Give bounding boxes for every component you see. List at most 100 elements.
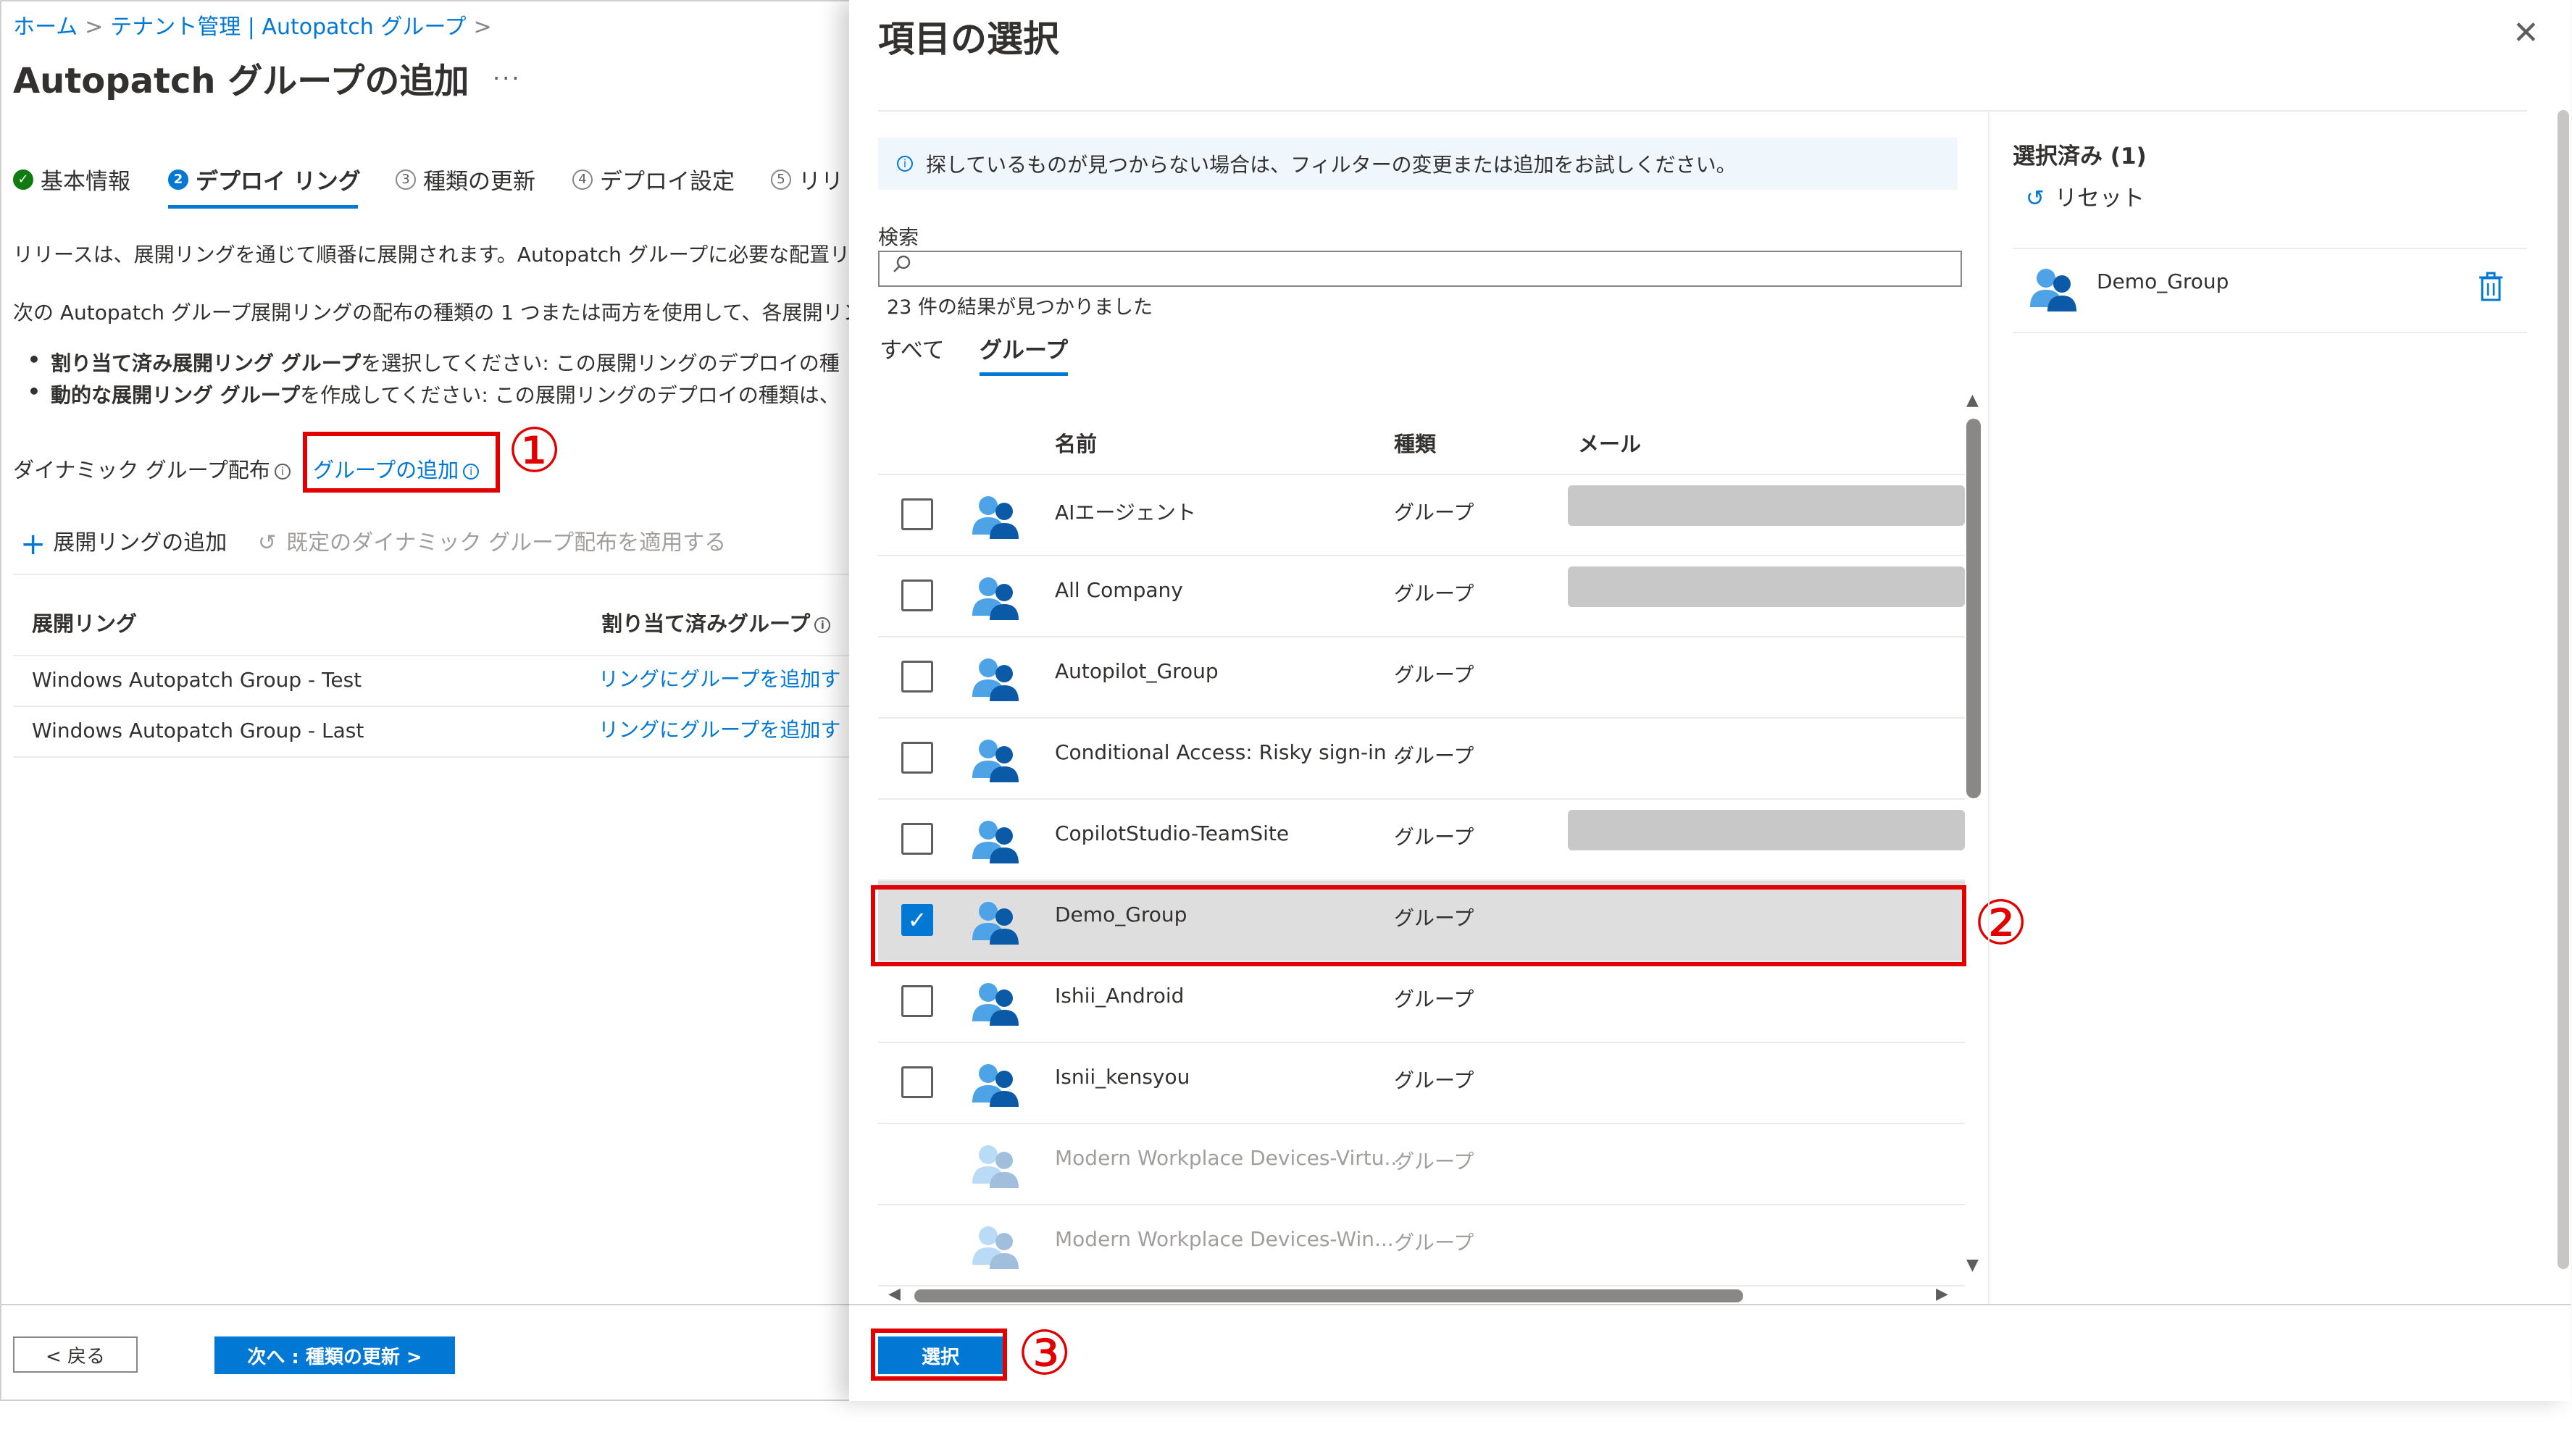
info-icon[interactable]: i [814,617,831,633]
apply-default-button[interactable]: ↺ 既定のダイナミック グループ配布を適用する [258,524,726,556]
info-text: 探しているものが見つからない場合は、フィルターの変更または追加をお試しください。 [926,153,1737,177]
group-row[interactable]: Modern Workplace Devices-Win... グループ [878,1205,1965,1286]
step-label: リリ [798,169,843,195]
step-number: 4 [572,169,593,190]
step-label: デプロイ リング [196,169,361,195]
plus-icon: + [20,526,46,561]
callout-1: ① [507,415,562,486]
group-name: Isnii_kensyou [1055,1065,1190,1089]
info-icon: i [897,156,913,172]
add-ring-label: 展開リングの追加 [53,530,227,556]
vertical-scroll-thumb[interactable] [1966,419,1981,798]
tab-groups[interactable]: グループ [980,332,1068,364]
add-group-to-ring-link[interactable]: リングにグループを追加す [598,664,840,693]
scroll-up-icon[interactable]: ▲ [1966,391,1979,409]
group-row[interactable]: Modern Workplace Devices-Virtu... グループ [878,1124,1965,1205]
row-checkbox[interactable] [901,985,933,1017]
redacted-email [1568,810,1965,850]
breadcrumb-home[interactable]: ホーム [13,14,78,40]
group-icon [968,976,1023,1032]
divider [13,706,849,707]
group-type: グループ [1394,744,1474,768]
group-icon [968,1139,1023,1194]
add-ring-button[interactable]: + 展開リングの追加 [20,524,227,561]
add-group-to-ring-link[interactable]: リングにグループを追加す [598,714,840,743]
page-title: Autopatch グループの追加 [13,61,469,101]
group-name: Modern Workplace Devices-Win... [1055,1227,1394,1251]
row-checkbox[interactable] [901,580,933,611]
bullet-text: を作成してください: この展開リングのデプロイの種類は、 [300,383,840,407]
divider [878,110,2527,112]
group-icon [968,733,1023,788]
result-count: 23 件の結果が見つかりました [887,296,1153,319]
step-number: 5 [771,169,791,190]
group-type: グループ [1394,663,1474,687]
info-icon[interactable]: i [274,464,291,480]
step-label: 基本情報 [41,169,130,195]
group-row[interactable]: All Company グループ [878,556,1965,637]
highlight-box-3 [871,1329,1007,1381]
search-input[interactable] [878,251,1962,287]
panel-title: 項目の選択 [878,18,1059,60]
tab-all[interactable]: すべて [880,332,945,364]
search-label: 検索 [878,225,919,249]
step-number: 3 [396,169,416,190]
scroll-left-icon[interactable]: ◀ [888,1285,901,1303]
group-name: AIエージェント [1055,501,1196,524]
group-row[interactable]: Isnii_kensyou グループ [878,1043,1965,1124]
step-deploy-rings[interactable]: 2 デプロイ リング [168,163,361,196]
group-name: All Company [1055,578,1183,602]
horizontal-scroll-thumb[interactable] [914,1289,1743,1302]
group-row[interactable]: Autopilot_Group グループ [878,637,1965,719]
reset-label: リセット [2054,185,2145,212]
breadcrumb-tenant[interactable]: テナント管理 | Autopatch グループ [110,14,466,40]
row-checkbox[interactable] [901,823,933,855]
highlight-box-1 [303,432,500,493]
vertical-divider [1988,110,1989,1304]
next-button[interactable]: 次へ : 種類の更新 > [214,1336,455,1374]
group-icon [968,814,1023,869]
row-checkbox[interactable] [901,742,933,774]
group-name: Autopilot_Group [1055,659,1219,683]
back-button[interactable]: < 戻る [13,1336,138,1373]
col-name[interactable]: 名前 [1055,427,1097,458]
group-type: グループ [1394,1231,1474,1255]
undo-icon: ↺ [258,530,277,556]
divider [13,756,849,758]
group-row[interactable]: Conditional Access: Risky sign-in ... グルー… [878,719,1965,800]
chevron-right-icon: > [85,14,104,40]
bullet-assigned: 割り当て済み展開リング グループを選択してください: この展開リングのデプロイの… [28,348,840,377]
col-email[interactable]: メール [1578,427,1641,458]
divider [13,574,849,575]
step-basics[interactable]: ✓ 基本情報 [13,163,130,196]
more-options-button[interactable]: ... [493,58,522,85]
divider [2013,248,2527,249]
group-row[interactable]: AIエージェント グループ [878,475,1965,556]
undo-icon: ↺ [2026,185,2045,212]
panel-scrollbar[interactable] [2558,110,2569,1269]
search-icon [891,254,913,281]
scroll-right-icon[interactable]: ▶ [1936,1285,1948,1303]
delete-icon[interactable] [2476,271,2505,303]
group-name: Ishii_Android [1055,984,1185,1008]
divider [2013,332,2527,333]
group-icon [968,652,1023,707]
bullet-dynamic: 動的な展開リング グループを作成してください: この展開リングのデプロイの種類は… [28,380,840,409]
col-type[interactable]: 種類 [1394,427,1436,458]
close-icon[interactable]: ✕ [2513,14,2539,51]
active-step-indicator [168,205,358,209]
row-checkbox[interactable] [901,661,933,693]
group-type: グループ [1394,987,1474,1011]
group-row[interactable]: Ishii_Android グループ [878,962,1965,1043]
row-checkbox[interactable] [901,498,933,530]
group-icon [968,1058,1023,1113]
step-update-types[interactable]: 3 種類の更新 [396,163,535,196]
chevron-right-icon: > [473,14,492,40]
scroll-down-icon[interactable]: ▼ [1966,1256,1979,1274]
group-icon [968,1220,1023,1275]
row-checkbox[interactable] [901,1066,933,1098]
step-release[interactable]: 5 リリ [771,163,843,196]
group-row[interactable]: CopilotStudio-TeamSite グループ [878,800,1965,881]
step-deploy-settings[interactable]: 4 デプロイ設定 [572,163,735,196]
reset-button[interactable]: ↺ リセット [2026,180,2145,212]
